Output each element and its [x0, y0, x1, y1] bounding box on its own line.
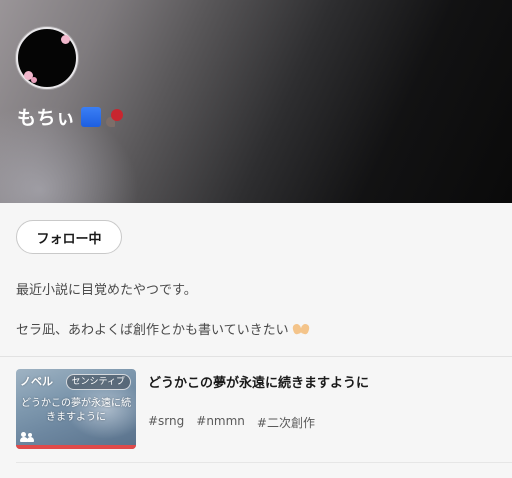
profile-content: フォロー中 最近小説に目覚めたやつです。 セラ凪、あわよくば創作とかも書いていき… — [0, 203, 512, 478]
tag-list: #srng #nmmn #二次創作 — [148, 414, 315, 431]
genre-label: ノベル — [20, 375, 53, 388]
bio-line: 最近小説に目覚めたやつです。 — [16, 283, 197, 298]
divider — [0, 356, 512, 357]
thumbnail-title: どうかこの夢が永遠に続きますように — [21, 398, 131, 423]
follow-button[interactable]: フォロー中 — [16, 220, 122, 254]
work-card[interactable]: ノベル センシティブ どうかこの夢が永遠に続きますように どうかこの夢が永遠に続… — [16, 369, 512, 451]
bio-line: セラ凪、あわよくば創作とかも書いていきたい — [16, 323, 289, 338]
blue-square-icon — [80, 106, 101, 127]
profile-header: もちぃ — [0, 0, 512, 203]
profile-name: もちぃ — [17, 107, 76, 129]
work-title[interactable]: どうかこの夢が永遠に続きますように — [148, 372, 369, 391]
petal-decoration — [61, 35, 70, 44]
avatar[interactable] — [16, 27, 78, 89]
divider — [16, 462, 512, 463]
work-thumbnail[interactable]: ノベル センシティブ どうかこの夢が永遠に続きますように — [16, 369, 136, 449]
hands-icon — [293, 323, 309, 335]
progress-accent-bar — [16, 445, 136, 449]
bio-line-row: セラ凪、あわよくば創作とかも書いていきたい — [16, 319, 309, 338]
tag-link[interactable]: #二次創作 — [257, 414, 315, 431]
sensitive-badge: センシティブ — [65, 374, 131, 390]
tag-link[interactable]: #srng — [148, 414, 184, 431]
goldfish-icon — [104, 106, 126, 128]
petal-decoration — [31, 77, 37, 83]
tag-link[interactable]: #nmmn — [196, 414, 245, 431]
profile-name-row: もちぃ — [17, 103, 126, 130]
group-icon — [20, 432, 36, 442]
